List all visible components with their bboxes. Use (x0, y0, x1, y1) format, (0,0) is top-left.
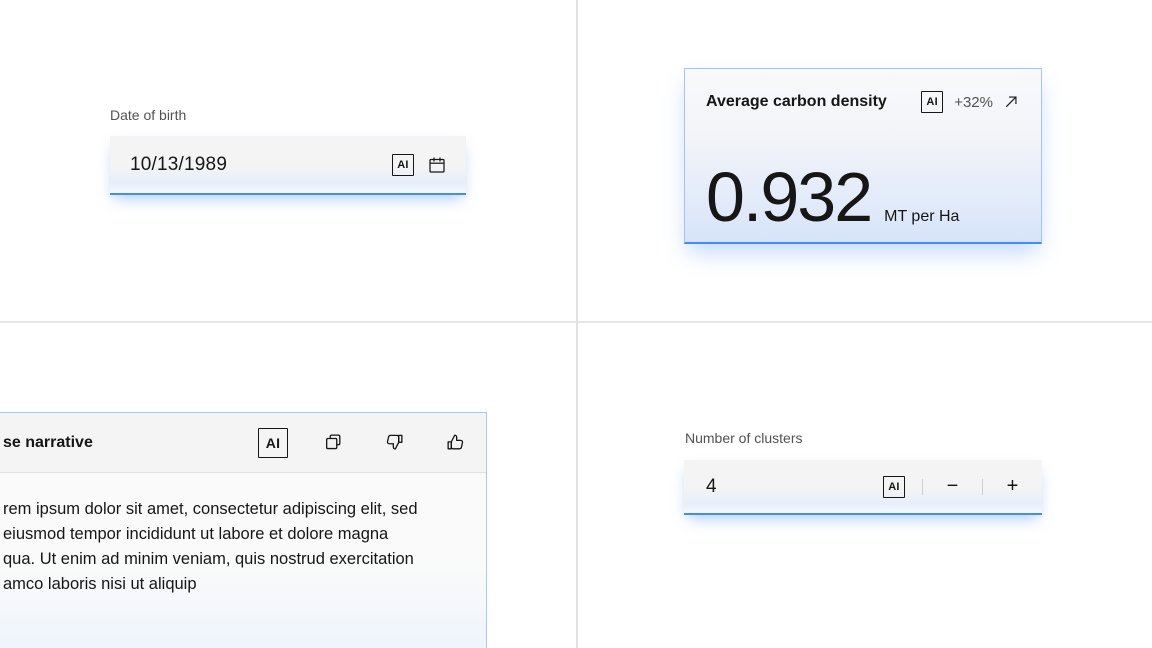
date-value[interactable]: 10/13/1989 (130, 154, 392, 176)
narrative-text-area[interactable]: rem ipsum dolor sit amet, consectetur ad… (0, 473, 486, 648)
narrative-line: eiusmod tempor incididunt ut labore et d… (3, 522, 472, 547)
trend-up-arrow-icon (1002, 93, 1020, 111)
ai-badge-label: AI (888, 481, 900, 493)
ai-badge[interactable]: AI (258, 428, 288, 458)
copy-icon (323, 432, 344, 453)
number-of-clusters-label: Number of clusters (685, 430, 802, 446)
vertical-grid-divider (576, 0, 578, 648)
increment-button[interactable]: + (983, 460, 1042, 513)
decrement-button[interactable]: − (923, 460, 982, 513)
delta-value: +32% (954, 94, 993, 111)
date-of-birth-input[interactable]: 10/13/1989 AI (110, 136, 466, 195)
metric-unit: MT per Ha (884, 208, 959, 226)
copy-button[interactable] (323, 432, 344, 453)
calendar-icon (427, 155, 447, 175)
ai-badge[interactable]: AI (921, 91, 943, 113)
thumbs-down-button[interactable] (384, 432, 405, 453)
ai-badge-label: AI (926, 96, 938, 108)
thumbs-up-icon (445, 432, 466, 453)
number-value[interactable]: 4 (706, 476, 883, 498)
ai-badge[interactable]: AI (392, 154, 414, 176)
ai-badge-label: AI (266, 435, 281, 451)
thumbs-down-icon (384, 432, 405, 453)
narrative-line: rem ipsum dolor sit amet, consectetur ad… (3, 497, 472, 522)
calendar-button[interactable] (427, 155, 447, 175)
horizontal-grid-divider (0, 321, 1152, 323)
metric-value: 0.932 (706, 162, 871, 232)
narrative-line: qua. Ut enim ad minim veniam, quis nostr… (3, 547, 472, 572)
ai-badge-label: AI (397, 159, 409, 171)
narrative-card: se narrative AI (0, 412, 487, 648)
ai-badge[interactable]: AI (883, 476, 905, 498)
date-of-birth-label: Date of birth (110, 107, 186, 123)
narrative-line: amco laboris nisi ut aliquip (3, 572, 472, 597)
metric-tile: Average carbon density AI +32% 0.932 MT … (684, 68, 1042, 244)
number-of-clusters-input[interactable]: 4 AI − + (684, 460, 1042, 515)
narrative-title: se narrative (3, 434, 258, 452)
page-canvas: Date of birth 10/13/1989 AI Average carb… (0, 0, 1152, 648)
narrative-card-header: se narrative AI (0, 413, 486, 473)
thumbs-up-button[interactable] (445, 432, 466, 453)
tile-title: Average carbon density (706, 93, 921, 111)
